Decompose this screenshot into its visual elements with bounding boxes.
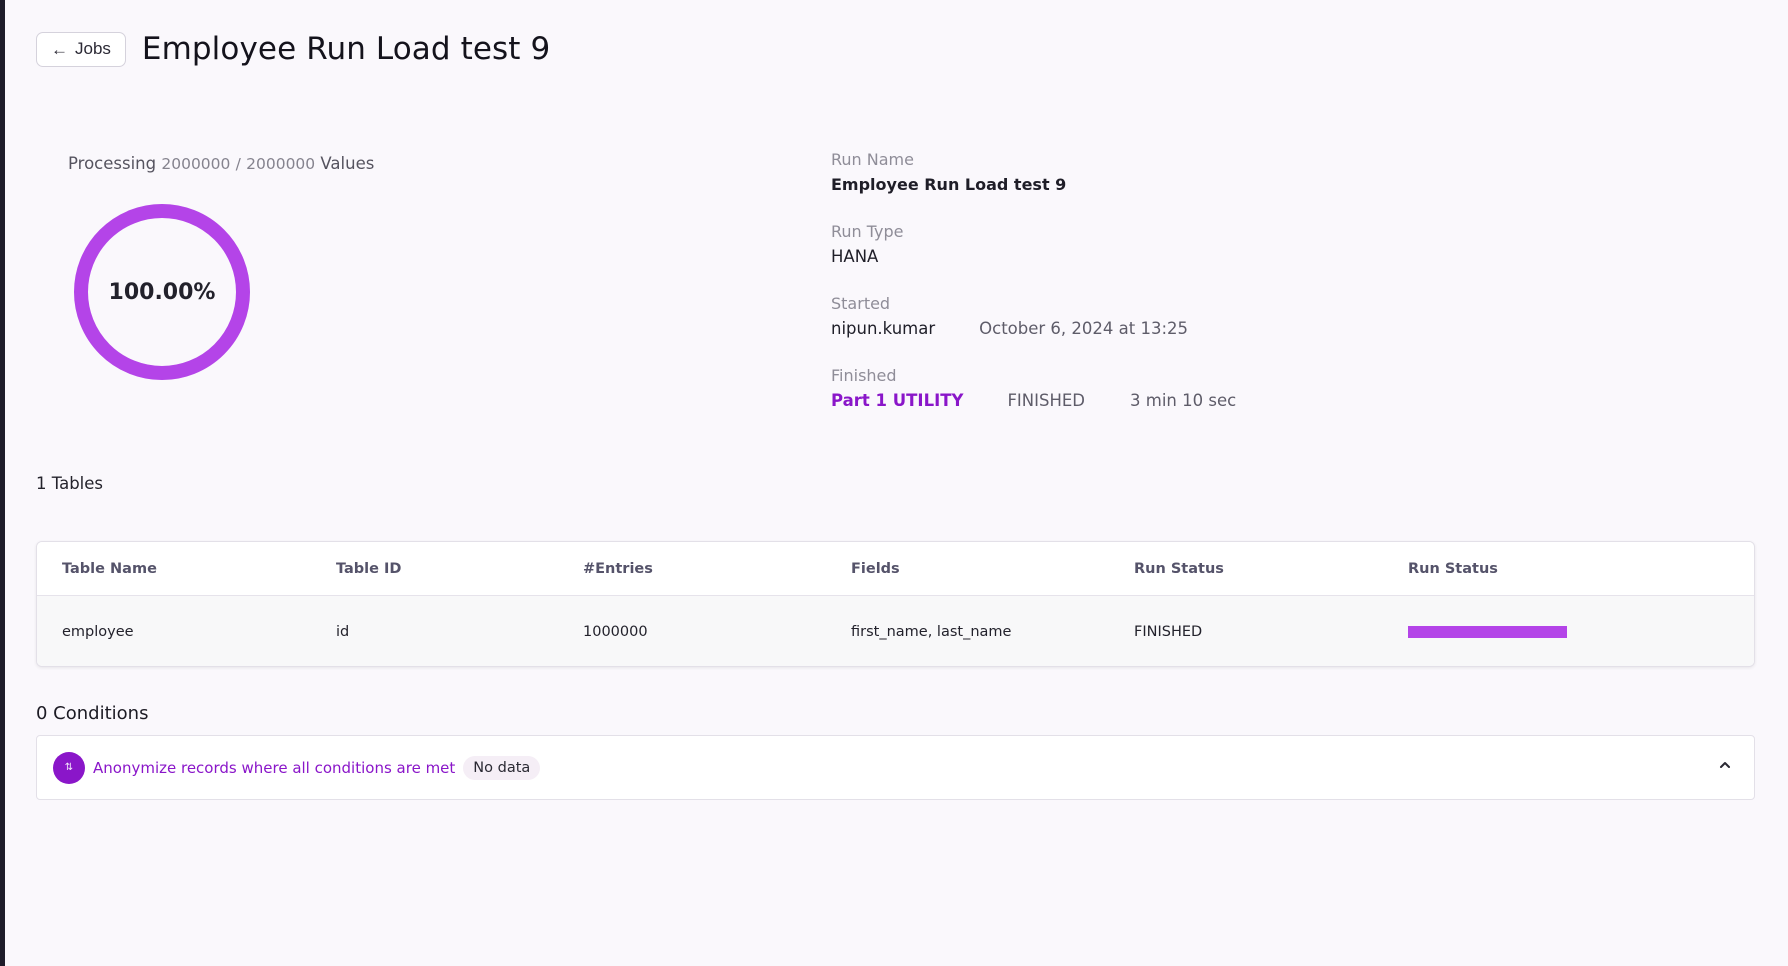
finished-status: FINISHED [1007, 391, 1086, 410]
cell-table-name: employee [62, 624, 134, 640]
run-type-label: Run Type [831, 222, 904, 241]
column-header-run-status-bar: Run Status [1408, 560, 1498, 577]
cell-table-id: id [336, 624, 350, 640]
cell-fields: first_name, last_name [851, 624, 1012, 640]
processed-count: 2000000 [161, 155, 231, 173]
tables-count: 1 Tables [36, 474, 104, 493]
started-by: nipun.kumar [831, 319, 936, 338]
progress-ring: 100.00% [74, 204, 250, 380]
progress-percent: 100.00% [108, 279, 216, 305]
back-button-label: Jobs [75, 39, 111, 58]
run-status-progress-fill [1408, 626, 1567, 638]
cell-run-status: FINISHED [1134, 624, 1203, 640]
run-name-section: Run Name Employee Run Load test 9 [831, 150, 1066, 194]
page-header: ← Jobs Employee Run Load test 9 [36, 31, 550, 67]
arrow-left-icon: ← [51, 39, 68, 59]
table-header-row: Table Name Table ID #Entries Fields Run … [37, 542, 1754, 596]
run-status-progress-bar [1408, 626, 1567, 638]
conditions-panel[interactable]: ⇅ Anonymize records where all conditions… [36, 735, 1755, 800]
total-count: 2000000 [246, 155, 316, 173]
column-header-table-id: Table ID [336, 560, 402, 577]
no-data-badge: No data [463, 755, 541, 780]
run-name-label: Run Name [831, 150, 914, 169]
cell-entries: 1000000 [583, 624, 648, 640]
finished-section: Finished Part 1 UTILITY FINISHED 3 min 1… [831, 366, 1236, 410]
run-type-section: Run Type HANA [831, 222, 904, 266]
back-to-jobs-button[interactable]: ← Jobs [36, 31, 126, 67]
conditions-rule-text: Anonymize records where all conditions a… [93, 758, 456, 777]
started-row: nipun.kumar October 6, 2024 at 13:25 [831, 319, 1188, 338]
finished-label: Finished [831, 366, 897, 385]
table-row[interactable]: employee id 1000000 first_name, last_nam… [37, 596, 1754, 666]
processing-separator: / [235, 155, 241, 173]
column-header-entries: #Entries [583, 560, 653, 577]
conditions-title: 0 Conditions [36, 703, 149, 724]
job-run-page: ← Jobs Employee Run Load test 9 Processi… [36, 0, 1756, 966]
run-name-value: Employee Run Load test 9 [831, 175, 1067, 194]
processing-summary: Processing 2000000 / 2000000 Values [68, 154, 374, 173]
run-duration: 3 min 10 sec [1130, 391, 1237, 410]
started-at: October 6, 2024 at 13:25 [979, 319, 1189, 338]
chevron-up-icon[interactable] [1716, 756, 1734, 774]
sort-icon: ⇅ [53, 751, 85, 784]
page-title: Employee Run Load test 9 [141, 31, 551, 67]
column-header-table-name: Table Name [62, 560, 157, 577]
run-type-value: HANA [831, 247, 879, 266]
column-header-fields: Fields [851, 560, 900, 577]
started-section: Started nipun.kumar October 6, 2024 at 1… [831, 294, 1188, 338]
left-rail [0, 0, 5, 966]
finished-part-link[interactable]: Part 1 UTILITY [831, 391, 963, 410]
tables-table: Table Name Table ID #Entries Fields Run … [36, 541, 1755, 667]
finished-row: Part 1 UTILITY FINISHED 3 min 10 sec [831, 391, 1236, 410]
processing-suffix: Values [320, 154, 375, 173]
started-label: Started [831, 294, 891, 313]
column-header-run-status: Run Status [1134, 560, 1224, 577]
processing-prefix: Processing [68, 154, 157, 173]
